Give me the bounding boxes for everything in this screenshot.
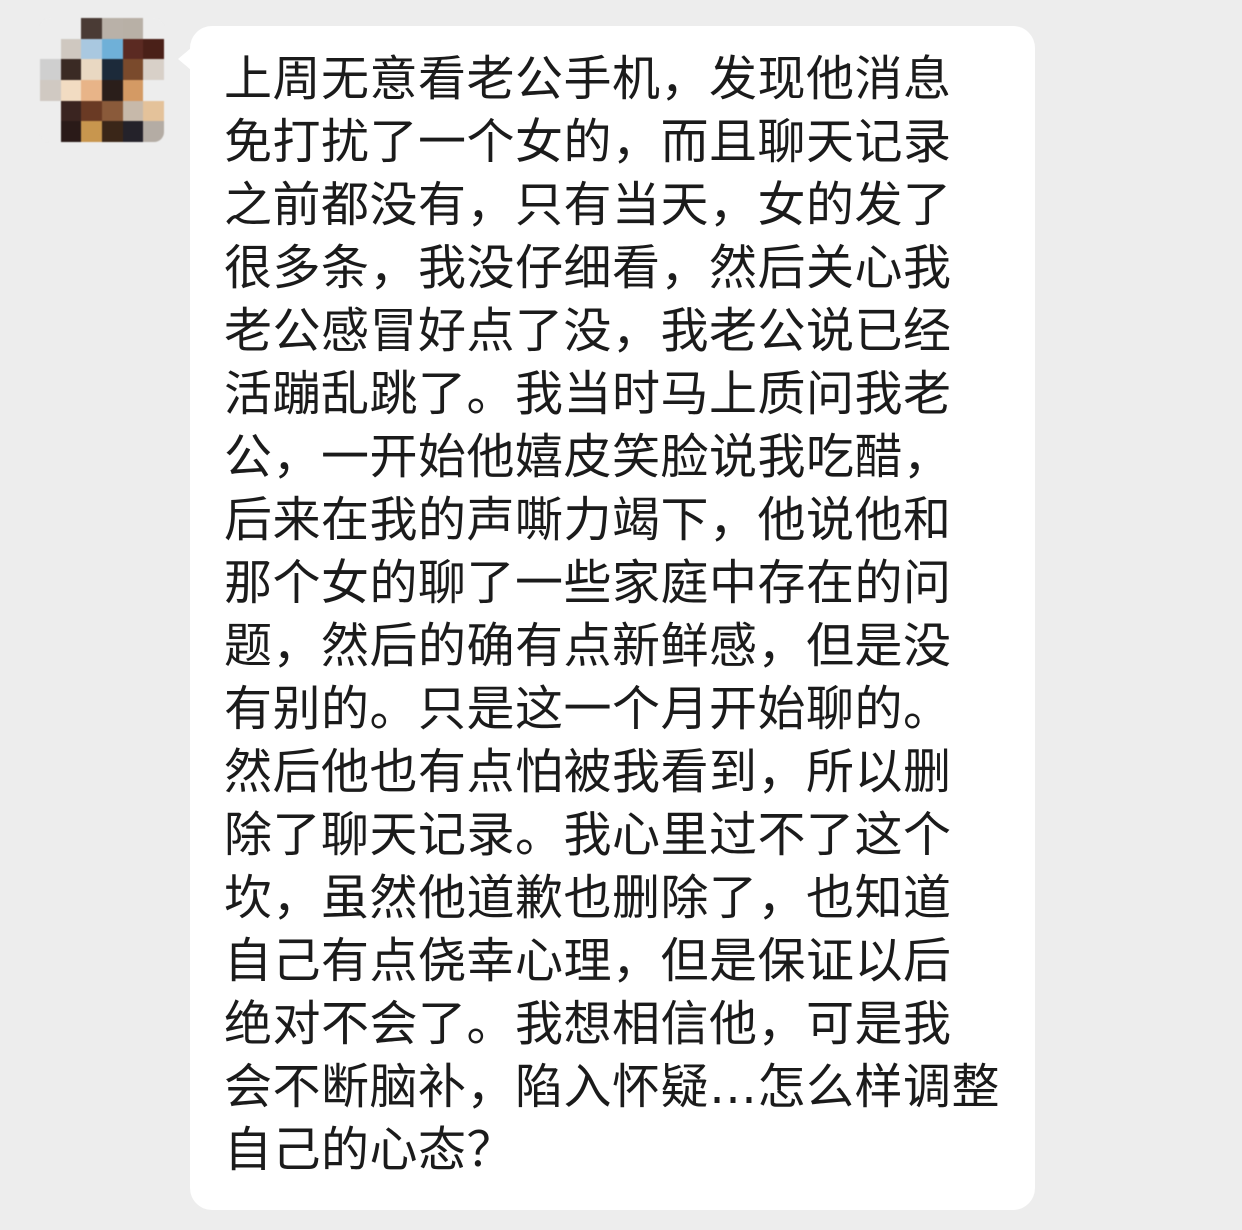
avatar-pixel: [143, 59, 164, 80]
message-line: 自己有点侥幸心理，但是保证以后: [224, 933, 952, 989]
avatar-pixel: [101, 79, 123, 101]
message-line: 绝对不会了。我想相信他，可是我: [224, 996, 952, 1052]
message-line: 然后他也有点怕被我看到，所以删: [224, 744, 952, 800]
message-line: 之前都没有，只有当天，女的发了: [224, 177, 952, 233]
avatar-pixel: [60, 59, 82, 80]
avatar-pixel: [40, 100, 61, 122]
chat-area: 上周无意看老公手机，发现他消息 免打扰了一个女的，而且聊天记录 之前都没有，只有…: [0, 0, 1242, 1230]
message-line: 题，然后的确有点新鲜感，但是没: [224, 618, 952, 674]
avatar-pixel: [40, 18, 61, 39]
sender-avatar[interactable]: [40, 18, 164, 142]
message-text: 上周无意看老公手机，发现他消息 免打扰了一个女的，而且聊天记录 之前都没有，只有…: [190, 26, 1035, 1210]
avatar-pixel: [81, 121, 102, 142]
avatar-pixel: [122, 59, 144, 80]
avatar-pixel: [40, 59, 61, 80]
avatar-pixel: [101, 18, 123, 39]
avatar-pixel: [81, 59, 102, 80]
avatar-pixel: [60, 100, 82, 122]
avatar-pixel: [81, 18, 102, 39]
avatar-pixel: [122, 18, 144, 39]
message-line: 除了聊天记录。我心里过不了这个: [224, 807, 952, 863]
avatar-pixel: [81, 79, 102, 101]
avatar-pixel: [40, 38, 61, 60]
avatar-pixel: [101, 38, 123, 60]
message-line: 后来在我的声嘶力竭下，他说他和: [224, 492, 952, 548]
message-line: 那个女的聊了一些家庭中存在的问: [224, 555, 952, 611]
avatar-pixel: [122, 121, 144, 142]
message-line: 公，一开始他嬉皮笑脸说我吃醋，: [224, 429, 952, 485]
avatar-pixel: [101, 59, 123, 80]
avatar-pixel: [143, 121, 164, 142]
avatar-pixel: [143, 18, 164, 39]
avatar-pixel: [122, 38, 144, 60]
avatar-pixel: [40, 121, 61, 142]
message-line: 会不断脑补，陷入怀疑…怎么样调整: [224, 1059, 1001, 1115]
avatar-pixel: [60, 121, 82, 142]
message-line: 活蹦乱跳了。我当时马上质问我老: [224, 366, 952, 422]
avatar-pixel: [60, 38, 82, 60]
avatar-pixel: [143, 38, 164, 60]
avatar-pixel: [81, 38, 102, 60]
message-bubble[interactable]: 上周无意看老公手机，发现他消息 免打扰了一个女的，而且聊天记录 之前都没有，只有…: [178, 26, 1035, 1210]
avatar-pixel: [40, 79, 61, 101]
message-line: 自己的心态？: [224, 1122, 516, 1178]
message-line: 坎，虽然他道歉也删除了，也知道: [224, 870, 952, 926]
avatar-pixel: [122, 100, 144, 122]
avatar-pixel: [143, 79, 164, 101]
avatar-pixel: [81, 100, 102, 122]
avatar-pixel: [122, 79, 144, 101]
avatar-pixel: [60, 79, 82, 101]
message-line: 老公感冒好点了没，我老公说已经: [224, 303, 952, 359]
avatar-pixel: [60, 18, 82, 39]
avatar-pixel: [101, 121, 123, 142]
avatar-pixel: [101, 100, 123, 122]
message-line: 上周无意看老公手机，发现他消息: [224, 51, 952, 107]
message-line: 免打扰了一个女的，而且聊天记录: [224, 114, 952, 170]
avatar-pixel: [143, 100, 164, 122]
message-line: 有别的。只是这一个月开始聊的。: [224, 681, 952, 737]
message-line: 很多条，我没仔细看，然后关心我: [224, 240, 952, 296]
